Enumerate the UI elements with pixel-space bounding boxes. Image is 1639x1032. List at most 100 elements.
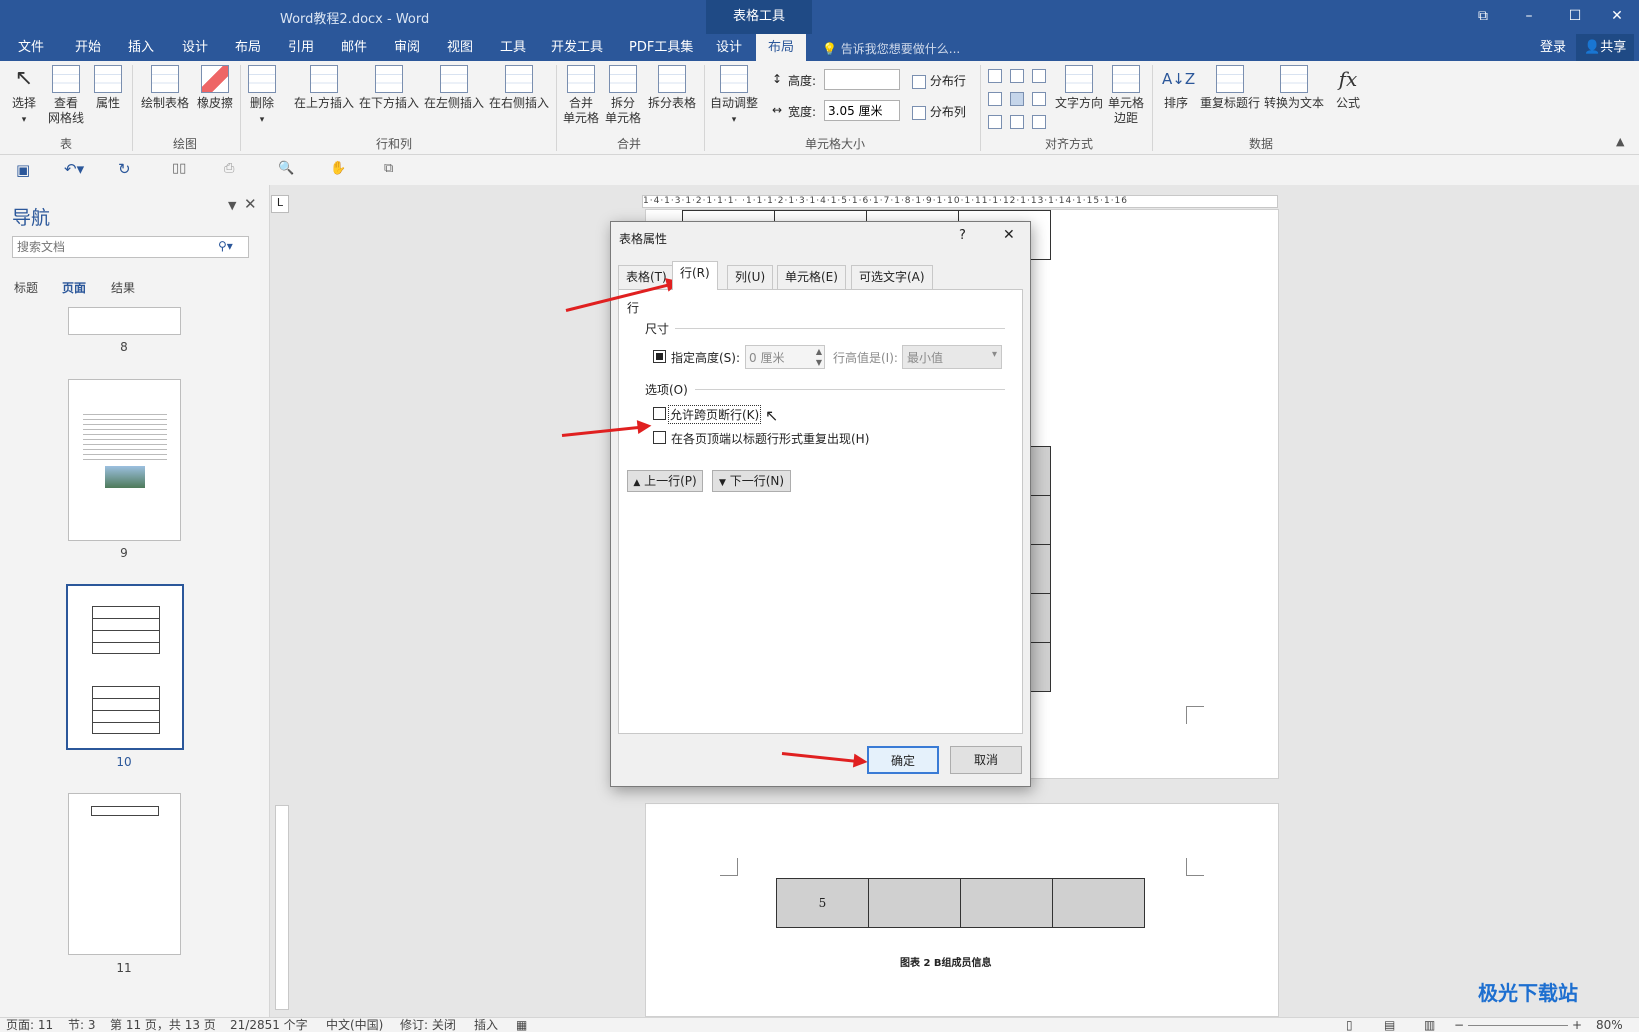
align-top-left-icon[interactable]: [988, 69, 1002, 83]
undo-icon[interactable]: ↶▾: [64, 160, 84, 178]
table-cell[interactable]: [1052, 878, 1145, 928]
redo-icon[interactable]: ↻: [118, 160, 131, 178]
help-button[interactable]: ?: [959, 228, 966, 243]
allow-row-break-label[interactable]: 允许跨页断行(K): [668, 405, 762, 424]
properties-button[interactable]: 属性: [92, 65, 124, 111]
formula-button[interactable]: fx 公式: [1330, 65, 1366, 111]
login-link[interactable]: 登录: [1538, 34, 1568, 61]
delete-button[interactable]: 删除 ▾: [246, 65, 278, 128]
merge-cells-button[interactable]: 合并 单元格: [562, 65, 600, 126]
dtab-row[interactable]: 行(R): [672, 261, 718, 290]
insert-below-button[interactable]: 在下方插入: [358, 65, 420, 111]
previous-row-button[interactable]: ▲ 上一行(P): [627, 470, 703, 492]
repeat-header-checkbox[interactable]: [653, 431, 666, 444]
table-cell[interactable]: 5: [776, 878, 869, 928]
repeat-header-rows-button[interactable]: 重复标题行: [1198, 65, 1262, 111]
status-section[interactable]: 节: 3: [68, 1018, 96, 1032]
share-button[interactable]: 👤共享: [1576, 34, 1635, 61]
status-word-count[interactable]: 21/2851 个字: [230, 1018, 308, 1032]
sort-button[interactable]: A↓Z 排序: [1160, 65, 1195, 111]
web-layout-icon[interactable]: ▥: [1424, 1018, 1435, 1032]
table-cell[interactable]: [960, 878, 1053, 928]
align-bottom-right-icon[interactable]: [1032, 115, 1046, 129]
tab-selector-icon[interactable]: L: [271, 195, 289, 213]
document-page-11[interactable]: 5 图表 2 B组成员信息: [645, 803, 1279, 1017]
select-button[interactable]: ↖ 选择 ▾: [8, 65, 40, 128]
split-table-button[interactable]: 拆分表格: [646, 65, 698, 111]
zoom-slider[interactable]: [1468, 1025, 1568, 1026]
dtab-column[interactable]: 列(U): [727, 265, 774, 289]
search-icon[interactable]: ⚲▾: [218, 239, 233, 253]
align-middle-center-icon[interactable]: [1010, 92, 1024, 106]
tab-mailings[interactable]: 邮件: [339, 34, 369, 61]
tab-table-layout[interactable]: 布局: [756, 34, 807, 61]
col-width-input[interactable]: [824, 100, 900, 121]
distribute-rows-button[interactable]: 分布行: [912, 72, 966, 89]
tab-view[interactable]: 视图: [445, 34, 475, 61]
align-top-center-icon[interactable]: [1010, 69, 1024, 83]
autofit-button[interactable]: 自动调整 ▾: [708, 65, 760, 128]
insert-above-button[interactable]: 在上方插入: [293, 65, 355, 111]
horizontal-ruler[interactable]: 1·4·1·3·1·2·1·1·1· ·1·1·1·2·1·3·1·4·1·5·…: [642, 195, 1278, 208]
next-row-button[interactable]: ▼ 下一行(N): [712, 470, 791, 492]
tab-table-design[interactable]: 设计: [714, 34, 744, 61]
row-height-input[interactable]: [824, 69, 900, 90]
maximize-icon[interactable]: ☐: [1552, 0, 1598, 34]
status-language[interactable]: 中文(中国): [326, 1018, 383, 1032]
distribute-cols-button[interactable]: 分布列: [912, 103, 966, 120]
search-input[interactable]: [12, 236, 249, 258]
customize-icon[interactable]: ⧉: [384, 161, 393, 176]
page-thumbnail-9[interactable]: [68, 379, 181, 541]
page-thumbnail-11[interactable]: [68, 793, 181, 955]
align-middle-left-icon[interactable]: [988, 92, 1002, 106]
read-view-icon[interactable]: ▯: [1346, 1018, 1353, 1032]
nav-tab-headings[interactable]: 标题: [14, 279, 38, 296]
align-middle-right-icon[interactable]: [1032, 92, 1046, 106]
status-track-changes[interactable]: 修订: 关闭: [400, 1018, 456, 1032]
status-page[interactable]: 页面: 11: [6, 1018, 53, 1032]
touch-mode-icon[interactable]: ✋: [330, 161, 346, 176]
tab-tools[interactable]: 工具: [498, 34, 528, 61]
tab-insert[interactable]: 插入: [126, 34, 156, 61]
page-thumbnail-10[interactable]: [66, 584, 184, 750]
read-mode-icon[interactable]: ▯▯: [172, 161, 186, 176]
print-preview-icon[interactable]: 🔍: [278, 161, 294, 176]
zoom-in-icon[interactable]: +: [1572, 1018, 1582, 1032]
zoom-level[interactable]: 80%: [1596, 1018, 1623, 1032]
nav-close-icon[interactable]: ✕: [244, 195, 257, 213]
nav-tab-pages[interactable]: 页面: [62, 279, 86, 296]
align-bottom-left-icon[interactable]: [988, 115, 1002, 129]
insert-left-button[interactable]: 在左侧插入: [423, 65, 485, 111]
insert-right-button[interactable]: 在右侧插入: [488, 65, 550, 111]
tell-me-box[interactable]: 💡 告诉我您想要做什么...: [822, 40, 960, 57]
table-cell[interactable]: [868, 878, 961, 928]
status-insert-mode[interactable]: 插入: [474, 1018, 498, 1032]
tab-developer[interactable]: 开发工具: [549, 34, 605, 61]
row-height-mode-select[interactable]: 最小值 ▾: [902, 345, 1002, 369]
dtab-alt-text[interactable]: 可选文字(A): [851, 265, 933, 289]
nav-options-icon[interactable]: ▼: [228, 199, 236, 212]
page-thumbnail-8[interactable]: [68, 307, 181, 335]
cell-margins-button[interactable]: 单元格 边距: [1106, 65, 1146, 126]
view-gridlines-button[interactable]: 查看 网格线: [46, 65, 86, 126]
spinner-arrows-icon[interactable]: ▲ ▼: [816, 346, 822, 368]
tab-review[interactable]: 审阅: [392, 34, 422, 61]
eraser-button[interactable]: 橡皮擦: [194, 65, 236, 111]
tab-references[interactable]: 引用: [286, 34, 316, 61]
ribbon-display-icon[interactable]: ⧉: [1460, 0, 1506, 34]
text-direction-button[interactable]: 文字方向: [1052, 65, 1106, 111]
minimize-icon[interactable]: –: [1506, 0, 1552, 34]
align-top-right-icon[interactable]: [1032, 69, 1046, 83]
ok-button[interactable]: 确定: [867, 746, 939, 774]
tab-design[interactable]: 设计: [180, 34, 210, 61]
draw-table-button[interactable]: 绘制表格: [138, 65, 192, 111]
allow-row-break-checkbox[interactable]: [653, 407, 666, 420]
collapse-ribbon-icon[interactable]: ▲: [1616, 135, 1624, 148]
dtab-cell[interactable]: 单元格(E): [777, 265, 846, 289]
print-icon[interactable]: ⎙: [224, 161, 234, 176]
nav-tab-results[interactable]: 结果: [111, 279, 135, 296]
tab-file[interactable]: 文件: [16, 34, 46, 61]
align-bottom-center-icon[interactable]: [1010, 115, 1024, 129]
tab-layout[interactable]: 布局: [233, 34, 263, 61]
row-height-spinner[interactable]: 0 厘米 ▲ ▼: [745, 345, 825, 369]
